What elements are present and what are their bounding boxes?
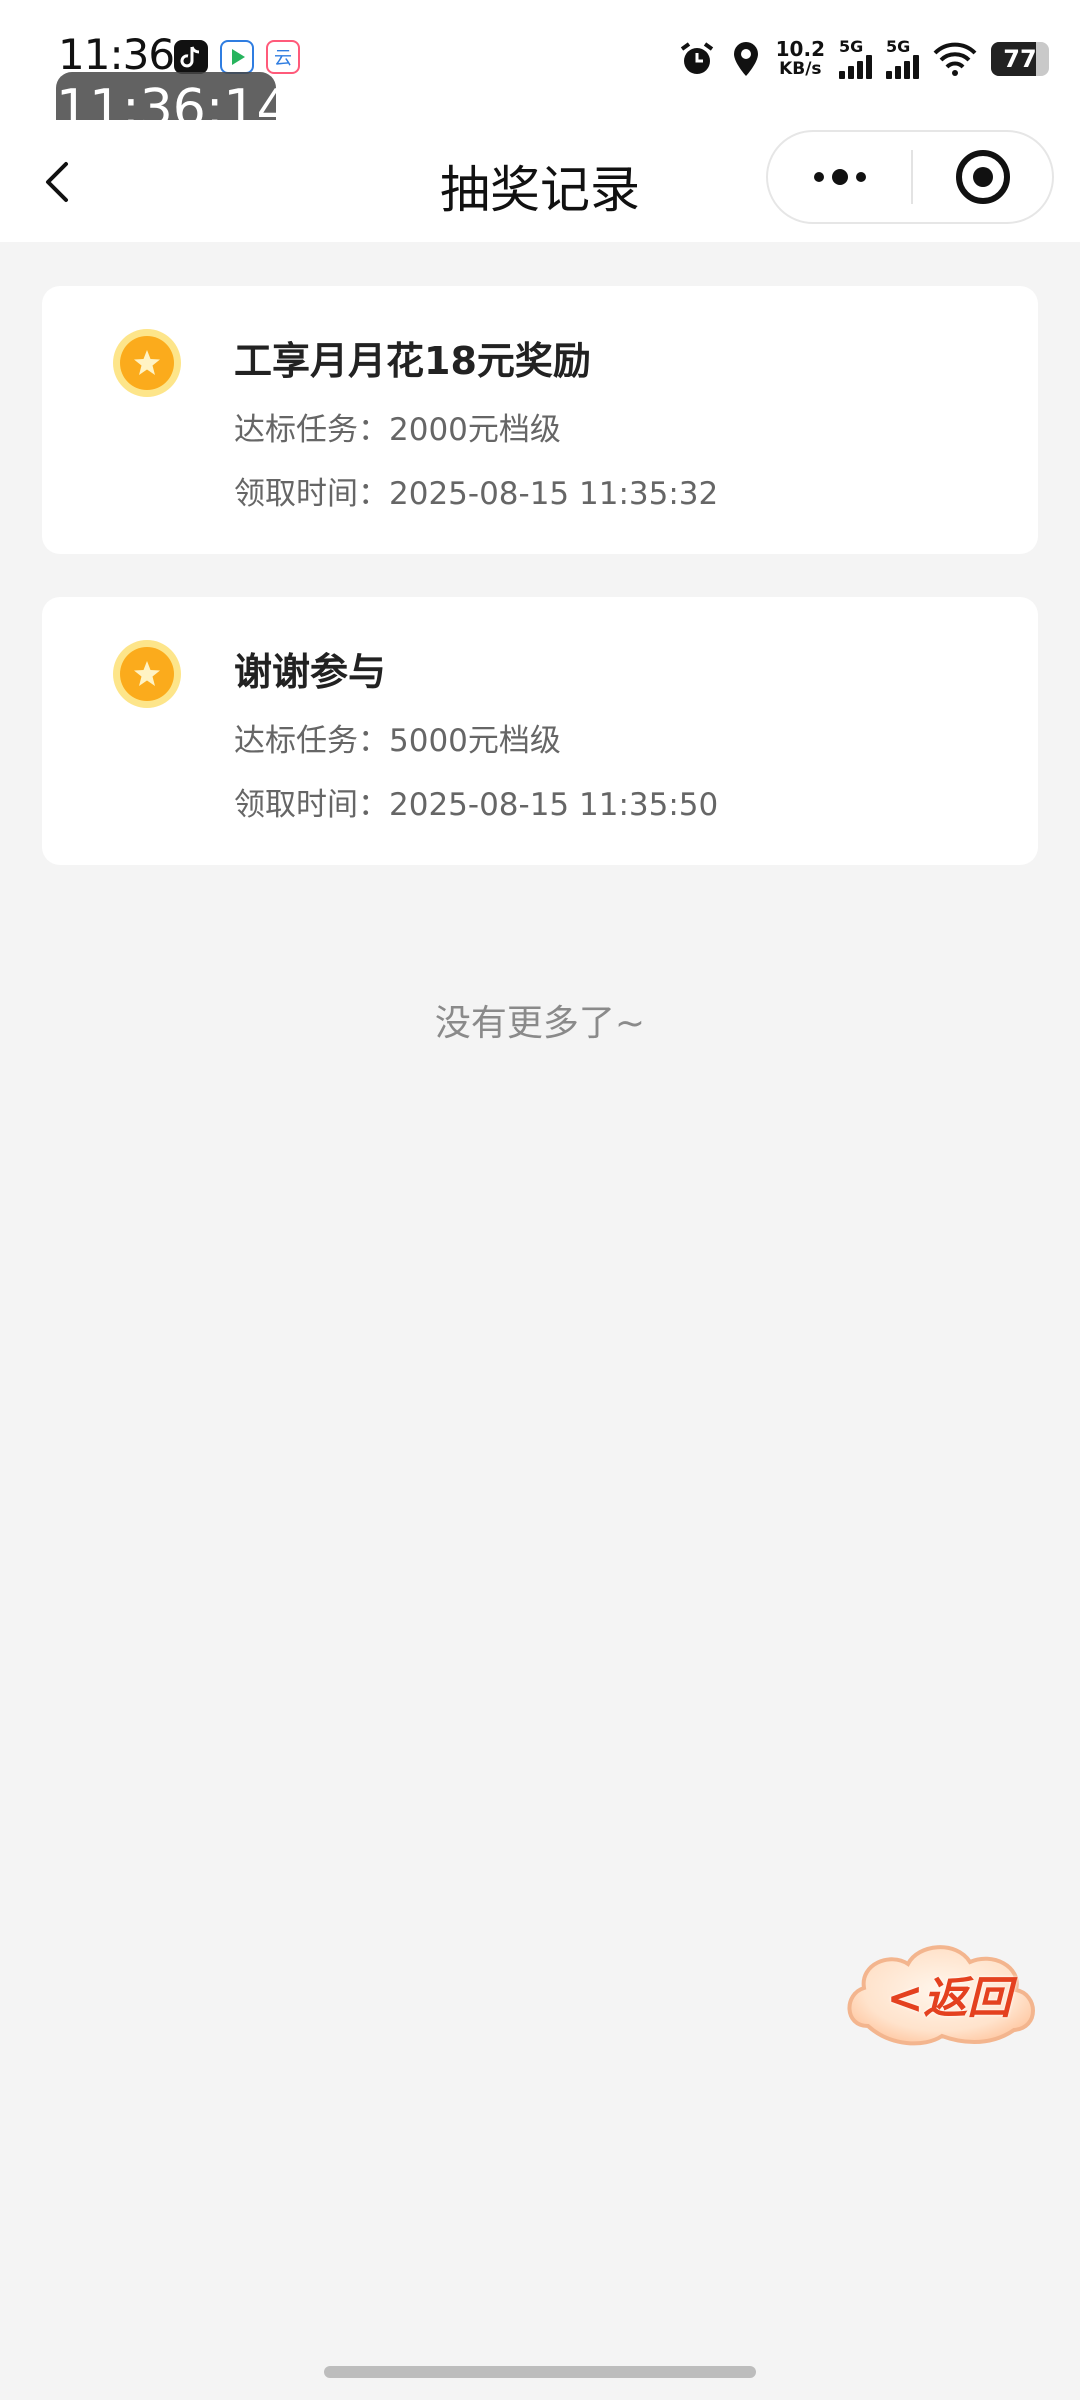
record-task: 达标任务：2000元档级 bbox=[234, 404, 561, 449]
signal-bars-icon bbox=[839, 55, 872, 79]
battery-icon: 77 bbox=[991, 42, 1049, 76]
target-close-icon bbox=[956, 150, 1010, 204]
more-button[interactable] bbox=[768, 132, 911, 222]
network-speed: 10.2 KB/s bbox=[776, 39, 825, 79]
gold-coin-star-icon bbox=[113, 640, 181, 708]
location-icon bbox=[730, 40, 762, 78]
close-button[interactable] bbox=[913, 132, 1054, 222]
record-time: 领取时间：2025-08-15 11:35:32 bbox=[234, 468, 718, 513]
record-card: 工享月月花18元奖励 达标任务：2000元档级 领取时间：2025-08-15 … bbox=[42, 286, 1038, 554]
battery-level: 77 bbox=[1003, 45, 1037, 73]
signal-1: 5G bbox=[839, 39, 872, 79]
miniprogram-capsule bbox=[766, 130, 1054, 224]
task-value: 5000元档级 bbox=[389, 723, 561, 759]
task-value: 2000元档级 bbox=[389, 412, 561, 448]
network-speed-value: 10.2 bbox=[775, 37, 825, 61]
status-icons: 10.2 KB/s 5G 5G 77 bbox=[678, 36, 1049, 82]
lottery-records-page: 11:36 云 10.2 KB/s 5G 5G 77 11:36:14 抽奖记录… bbox=[0, 0, 1080, 2400]
wifi-icon bbox=[933, 41, 977, 77]
record-task: 达标任务：5000元档级 bbox=[234, 715, 561, 760]
gold-coin-star-icon bbox=[113, 329, 181, 397]
record-time: 领取时间：2025-08-15 11:35:50 bbox=[234, 779, 718, 824]
time-label: 领取时间： bbox=[234, 787, 389, 823]
alarm-icon bbox=[678, 40, 716, 78]
time-value: 2025-08-15 11:35:50 bbox=[389, 787, 719, 823]
more-dots-icon bbox=[814, 169, 866, 185]
task-label: 达标任务： bbox=[234, 723, 389, 759]
task-label: 达标任务： bbox=[234, 412, 389, 448]
record-card: 谢谢参与 达标任务：5000元档级 领取时间：2025-08-15 11:35:… bbox=[42, 597, 1038, 865]
record-title: 谢谢参与 bbox=[234, 650, 387, 694]
signal-1-label: 5G bbox=[839, 37, 864, 56]
time-value: 2025-08-15 11:35:32 bbox=[389, 476, 719, 512]
signal-2: 5G bbox=[886, 39, 919, 79]
nav-bar: 抽奖记录 bbox=[0, 120, 1080, 242]
home-indicator[interactable] bbox=[324, 2366, 756, 2378]
record-title: 工享月月花18元奖励 bbox=[234, 339, 591, 383]
video-app-icon bbox=[220, 40, 254, 74]
signal-bars-icon bbox=[886, 55, 919, 79]
tiktok-icon bbox=[174, 40, 208, 74]
cloud-app-icon: 云 bbox=[266, 40, 300, 74]
time-label: 领取时间： bbox=[234, 476, 389, 512]
svg-text:云: 云 bbox=[274, 48, 292, 69]
network-speed-unit: KB/s bbox=[779, 59, 822, 79]
no-more-text: 没有更多了~ bbox=[434, 1003, 646, 1044]
return-label: <返回 bbox=[886, 1973, 1012, 2024]
signal-2-label: 5G bbox=[886, 37, 911, 56]
return-button[interactable]: <返回 bbox=[838, 1930, 1044, 2062]
